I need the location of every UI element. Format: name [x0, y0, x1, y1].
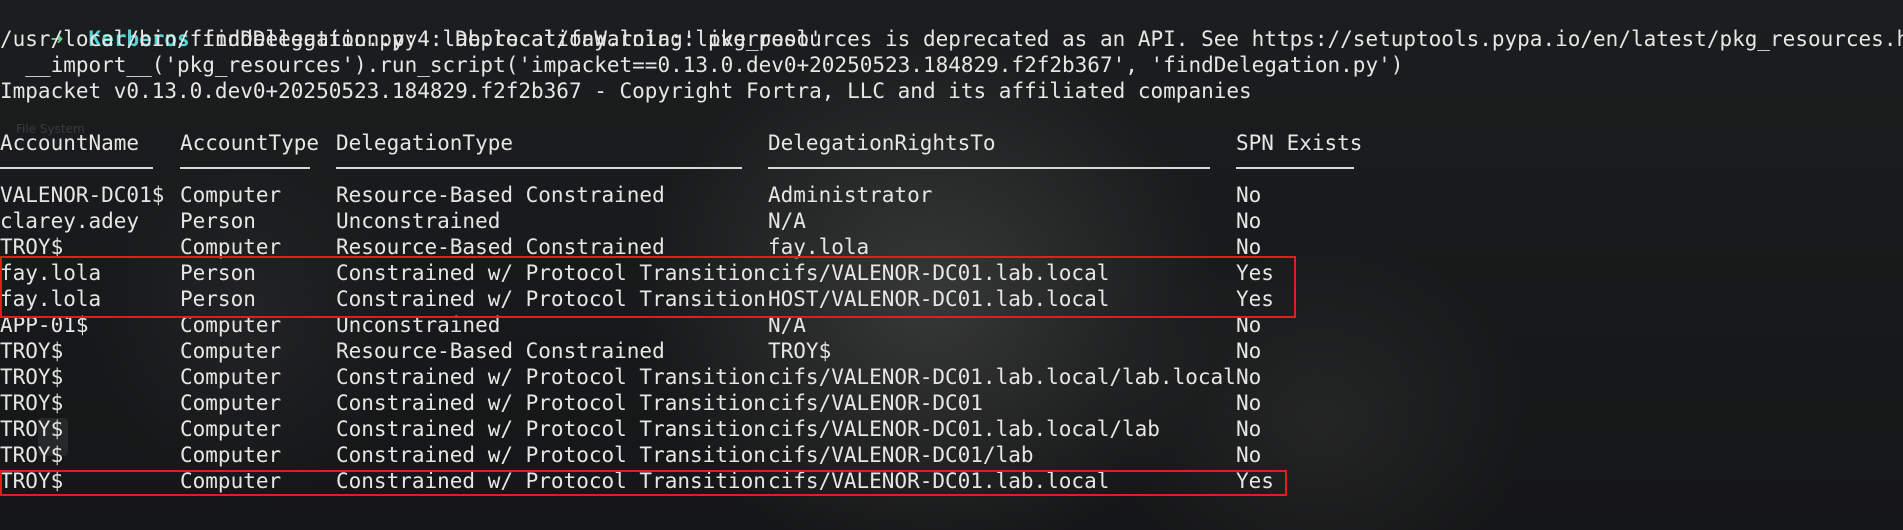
cell-delegation-type: Constrained w/ Protocol Transition	[336, 391, 766, 415]
cell-account-type: Computer	[180, 417, 282, 441]
cell-delegation-rights-to: cifs/VALENOR-DC01/lab	[768, 443, 1034, 467]
cell-delegation-rights-to: N/A	[768, 209, 806, 233]
cell-account-name: TROY$	[0, 391, 64, 415]
cell-account-name: TROY$	[0, 443, 64, 467]
terminal-output[interactable]: ➜ Kerberos findDelegation.py lab.local/f…	[0, 0, 1903, 530]
cell-delegation-type: Resource-Based Constrained	[336, 339, 665, 363]
cell-delegation-rights-to: cifs/VALENOR-DC01.lab.local/lab.local	[768, 365, 1236, 389]
cell-account-name: TROY$	[0, 339, 64, 363]
cell-spn-exists: No	[1236, 365, 1262, 389]
header-rule	[180, 167, 310, 169]
cell-spn-exists: No	[1236, 339, 1262, 363]
cell-spn-exists: No	[1236, 417, 1262, 441]
header-account-type: AccountType	[180, 131, 320, 155]
banner-line: Impacket v0.13.0.dev0+20250523.184829.f2…	[0, 79, 1252, 103]
cell-account-type: Computer	[180, 391, 282, 415]
cell-account-type: Computer	[180, 443, 282, 467]
header-delegation-type: DelegationType	[336, 131, 514, 155]
cell-delegation-type: Resource-Based Constrained	[336, 183, 665, 207]
cell-spn-exists: No	[1236, 209, 1262, 233]
cell-account-name: VALENOR-DC01$	[0, 183, 165, 207]
cell-account-name: clarey.adey	[0, 209, 140, 233]
cell-account-type: Person	[180, 209, 256, 233]
cell-delegation-rights-to: cifs/VALENOR-DC01.lab.local/lab	[768, 417, 1160, 441]
cell-account-type: Computer	[180, 365, 282, 389]
cell-spn-exists: No	[1236, 391, 1262, 415]
header-rule	[336, 167, 742, 169]
cell-account-name: TROY$	[0, 365, 64, 389]
cell-delegation-type: Constrained w/ Protocol Transition	[336, 417, 766, 441]
header-rule	[1236, 167, 1354, 169]
header-rule	[768, 167, 1210, 169]
cell-delegation-rights-to: Administrator	[768, 183, 933, 207]
header-rule	[0, 167, 153, 169]
cell-delegation-type: Constrained w/ Protocol Transition	[336, 443, 766, 467]
cell-delegation-type: Unconstrained	[336, 209, 501, 233]
cell-account-name: TROY$	[0, 417, 64, 441]
highlight-box-troy-cifs-row	[0, 470, 1287, 496]
cell-delegation-type: Constrained w/ Protocol Transition	[336, 365, 766, 389]
warning-line: /usr/local/bin/findDelegation.py:4: Depr…	[0, 27, 1903, 51]
cell-delegation-rights-to: TROY$	[768, 339, 832, 363]
prompt-line: ➜ Kerberos findDelegation.py lab.local/f…	[0, 0, 822, 51]
cell-account-type: Computer	[180, 339, 282, 363]
cell-spn-exists: No	[1236, 183, 1262, 207]
header-delegation-rights-to: DelegationRightsTo	[768, 131, 996, 155]
cell-spn-exists: No	[1236, 443, 1262, 467]
cell-account-type: Computer	[180, 183, 282, 207]
header-spn-exists: SPN Exists	[1236, 131, 1363, 155]
cell-delegation-rights-to: cifs/VALENOR-DC01	[768, 391, 983, 415]
header-account-name: AccountName	[0, 131, 140, 155]
import-line: __import__('pkg_resources').run_script('…	[0, 53, 1404, 77]
highlight-box-fay-lola-rows	[0, 256, 1296, 318]
